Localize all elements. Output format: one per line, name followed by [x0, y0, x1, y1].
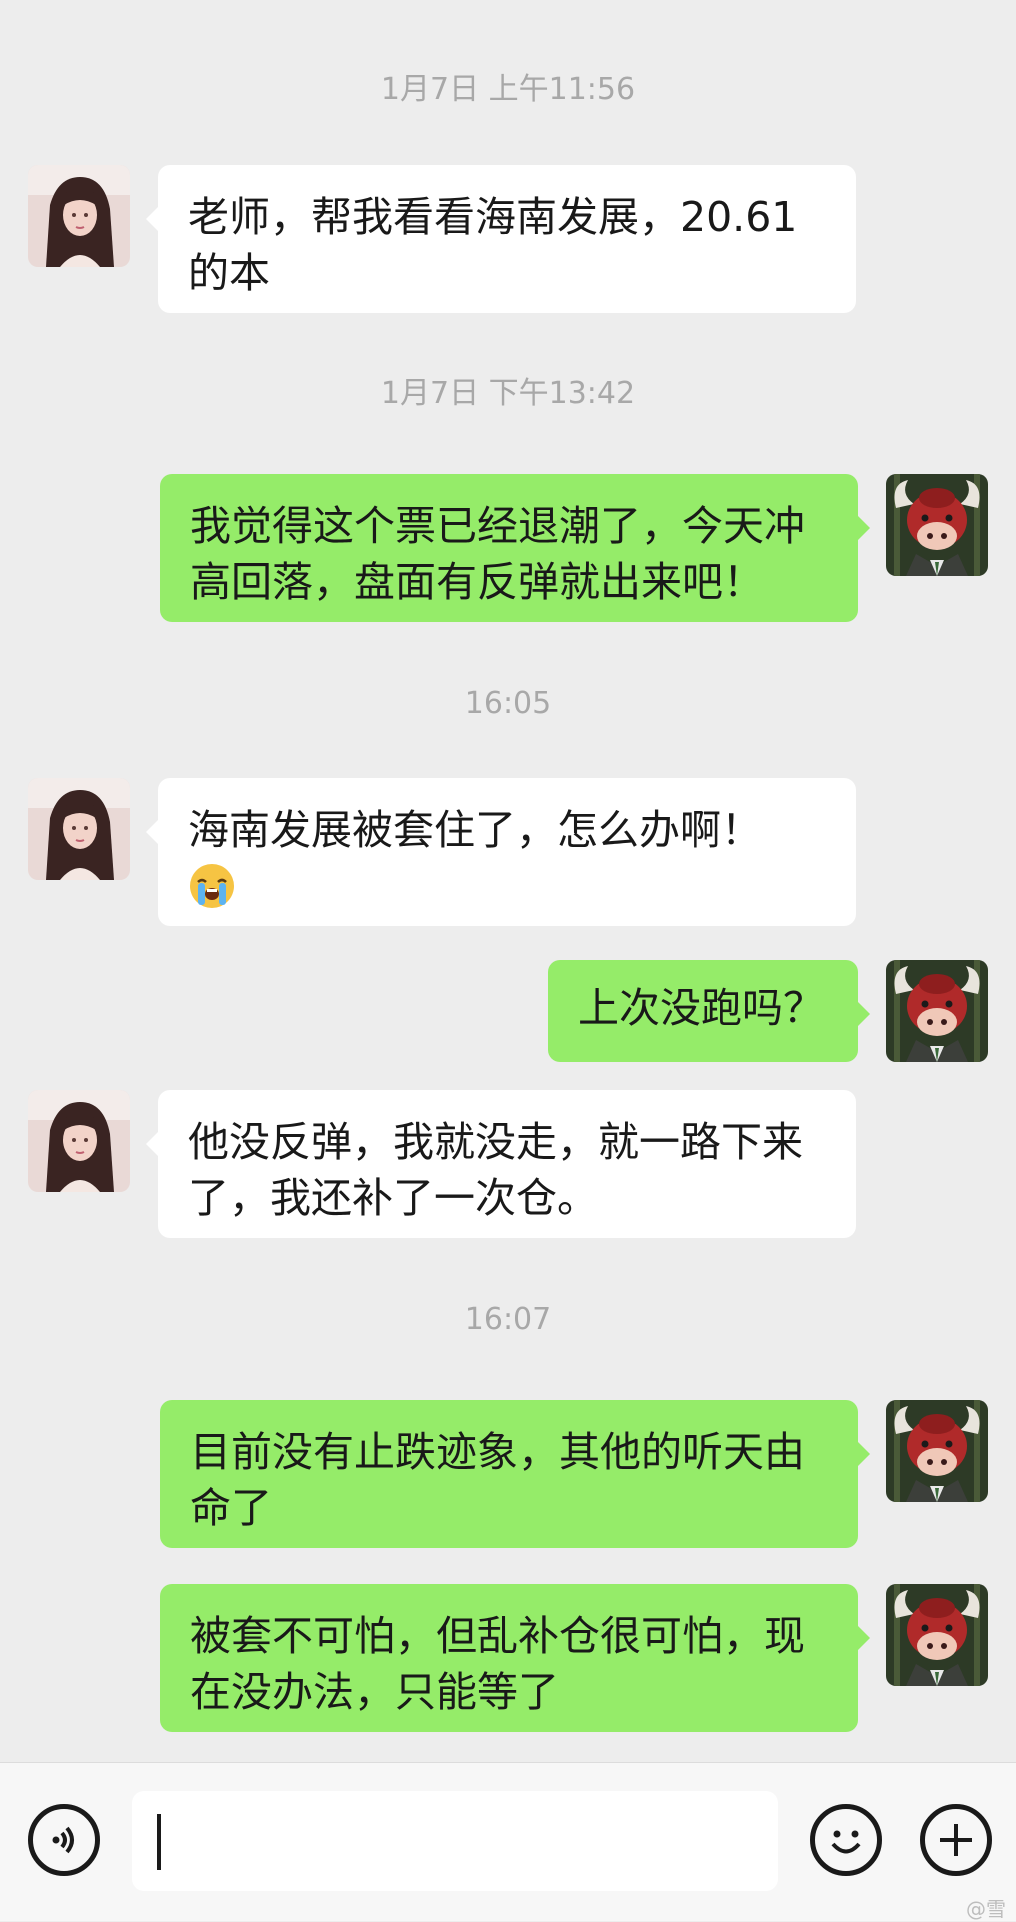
message-bubble-received[interactable]: 老师，帮我看看海南发展，20.61 的本 [146, 165, 856, 313]
message-bubble-received[interactable]: 海南发展被套住了，怎么办啊！ [146, 778, 856, 926]
watermark: @雪 [966, 1897, 1006, 1921]
message-text: 被套不可怕，但乱补仓很可怕，现 在没办法，只能等了 [190, 1612, 805, 1716]
voice-icon[interactable] [28, 1804, 100, 1876]
avatar-teacher[interactable] [886, 1400, 988, 1502]
message-bubble-sent[interactable]: 我觉得这个票已经退潮了，今天冲 高回落，盘面有反弹就出来吧！ [160, 474, 870, 622]
text-caret [157, 1814, 161, 1870]
message-bubble-received[interactable]: 他没反弹，我就没走，就一路下来 了，我还补了一次仓。 [146, 1090, 856, 1238]
message-text: 他没反弹，我就没走，就一路下来 了，我还补了一次仓。 [188, 1118, 803, 1222]
message-text: 海南发展被套住了，怎么办啊！ [188, 806, 762, 854]
message-text: 上次没跑吗？ [578, 984, 824, 1032]
avatar-user[interactable] [28, 778, 130, 880]
timestamp: 1月7日 上午11:56 [380, 72, 636, 107]
chat-area[interactable]: 1月7日 上午11:56 老师，帮我看看海南发展，20.61 的本 1月7日 下… [0, 0, 1016, 1762]
message-input[interactable] [132, 1791, 778, 1891]
message-text: 我觉得这个票已经退潮了，今天冲 高回落，盘面有反弹就出来吧！ [190, 502, 805, 606]
input-bar: @雪 [0, 1762, 1016, 1921]
avatar-teacher[interactable] [886, 474, 988, 576]
add-icon[interactable] [920, 1804, 992, 1876]
timestamp: 1月7日 下午13:42 [380, 376, 636, 411]
avatar-user[interactable] [28, 165, 130, 267]
message-text: 老师，帮我看看海南发展，20.61 的本 [188, 193, 798, 297]
avatar-teacher[interactable] [886, 1584, 988, 1686]
message-text: 目前没有止跌迹象，其他的听天由 命了 [190, 1428, 805, 1532]
loudly-crying-face-icon [188, 862, 826, 924]
timestamp: 16:07 [464, 1302, 552, 1337]
message-bubble-sent[interactable]: 目前没有止跌迹象，其他的听天由 命了 [160, 1400, 870, 1548]
emoji-icon[interactable] [810, 1804, 882, 1876]
avatar-user[interactable] [28, 1090, 130, 1192]
avatar-teacher[interactable] [886, 960, 988, 1062]
message-bubble-sent[interactable]: 被套不可怕，但乱补仓很可怕，现 在没办法，只能等了 [160, 1584, 870, 1732]
timestamp: 16:05 [464, 686, 552, 721]
message-bubble-sent[interactable]: 上次没跑吗？ [548, 960, 870, 1062]
